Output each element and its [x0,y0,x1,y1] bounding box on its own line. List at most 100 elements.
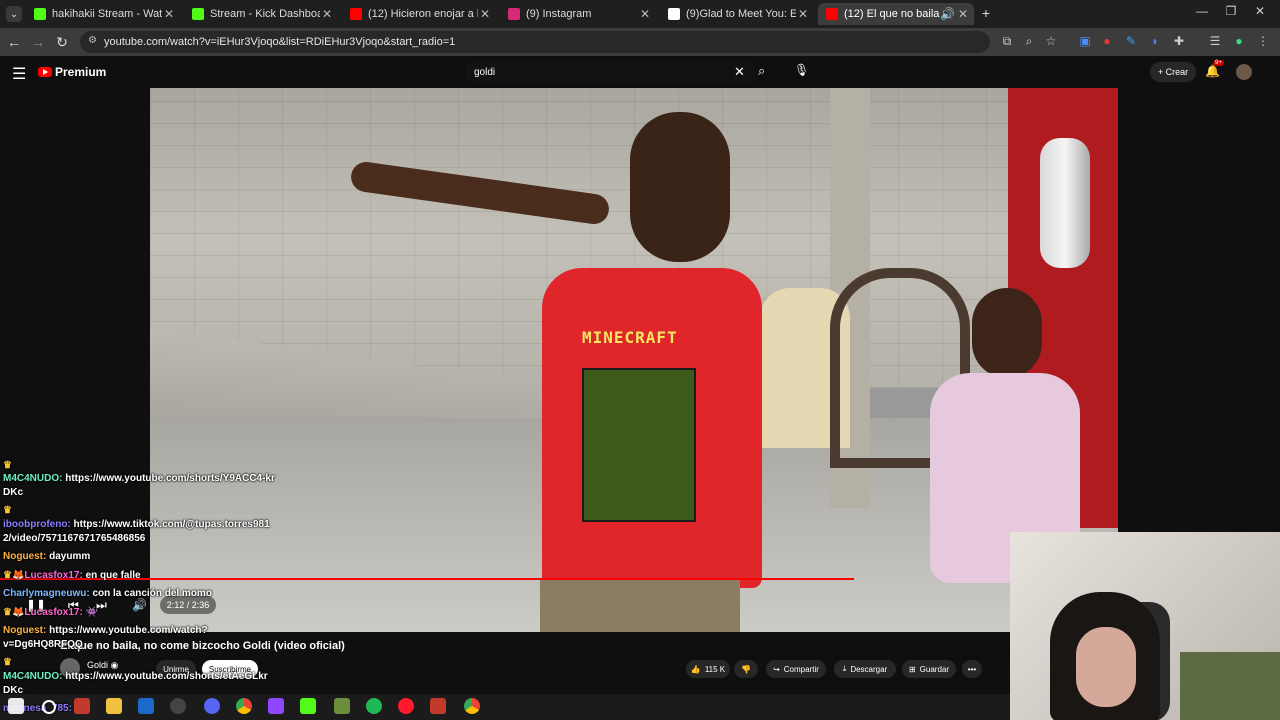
discord-icon[interactable] [204,698,220,714]
extension-icon[interactable]: ▣ [1078,34,1092,48]
chat-message: ♛🦊Lucasfox17: 👾 [3,607,98,618]
chat-text: DKc [3,487,24,498]
chrome-icon[interactable] [236,698,252,714]
crown-icon: ♛ [3,607,12,618]
save-button[interactable]: ⊞ Guardar [902,660,956,678]
youtube-logo[interactable]: Premium [38,65,106,79]
tab-search-button[interactable]: ⌄ [6,6,22,22]
webcam-shelf [1180,652,1280,720]
browser-menu-icon[interactable]: ⋮ [1256,34,1270,48]
windows-start-icon[interactable] [8,698,24,714]
obs-icon[interactable] [170,698,186,714]
youtube-header: ☰ Premium goldi ✕ ⌕ 🎙 + Crear 🔔 9+ [0,56,1280,88]
channel-name-text: Goldi [87,660,109,670]
kick-app-icon[interactable] [300,698,316,714]
steam-icon[interactable] [138,698,154,714]
kick-icon [34,8,46,20]
instagram-icon [508,8,520,20]
speaker-icon[interactable]: 🔊 [940,7,955,21]
create-button[interactable]: + Crear [1150,62,1196,82]
microphone-icon[interactable]: 🎙 [794,63,809,77]
close-icon[interactable]: ✕ [638,7,652,21]
download-icon: ⤓ [842,664,847,673]
close-icon[interactable]: ✕ [320,7,334,21]
zoom-icon[interactable]: ⌕ [1022,34,1036,48]
search-input[interactable]: goldi [466,62,756,82]
share-button[interactable]: ↪ Compartir [766,660,826,678]
youtube-play-icon [38,67,52,77]
tab-title: (9) Instagram [526,8,592,20]
more-actions-button[interactable]: ••• [962,660,982,678]
chat-user: iboobprofeno: [3,519,71,530]
download-button[interactable]: ⤓ Descargar [834,660,896,678]
url-field[interactable]: ⚙ youtube.com/watch?v=iEHur3Vjoqo&list=R… [80,31,990,53]
tab-kick-dashboard[interactable]: Stream - Kick Dashboard✕ [184,3,338,25]
chat-text: https://www.tiktok.com/@tupas.torres981 [73,519,270,530]
like-button[interactable]: 👍 115 K [686,660,730,678]
tab-title: hakihakii Stream - Watch Live o [52,8,162,20]
puzzle-icon[interactable]: ✚ [1172,34,1186,48]
chat-message: 2/video/7571167671765486856 [3,533,145,544]
tab-youtube-bichito[interactable]: (12) Hicieron enojar a bichito d✕ [342,3,496,25]
record-extension-icon[interactable]: ● [1100,34,1114,48]
site-info-icon[interactable]: ⚙ [88,35,97,46]
back-icon[interactable]: ← [4,34,24,50]
forward-icon[interactable]: → [28,34,48,50]
verified-icon: ◉ [110,660,119,670]
chat-message: Charlymagneuwu: con la canción del momo [3,588,212,599]
close-icon[interactable]: ✕ [796,7,810,21]
channel-name[interactable]: Goldi ◉ [87,660,118,671]
chrome-active-icon[interactable] [464,698,480,714]
create-label: Crear [1165,67,1189,77]
chat-user: Noguest: [3,625,47,636]
chat-message: Noguest: dayumm [3,551,90,562]
close-icon[interactable]: ✕ [478,7,492,21]
opera-icon[interactable] [398,698,414,714]
bookmark-star-icon[interactable]: ☆ [1044,34,1058,48]
video-girl-head [972,288,1042,378]
search-icon[interactable]: ⌕ [758,63,765,79]
webcam-streamer-face [1076,627,1136,707]
tab-tiktok[interactable]: (9)Glad to Meet You: Exploring✕ [660,3,814,25]
reload-icon[interactable]: ↻ [52,34,72,51]
close-icon[interactable]: ✕ [162,7,176,21]
taskbar-app-icon[interactable] [74,698,90,714]
file-explorer-icon[interactable] [106,698,122,714]
chat-message: M4C4NUDO: https://www.youtube.com/shorts… [3,671,268,682]
player-side-right [1118,88,1280,532]
tab-youtube-active[interactable]: (12) El que no baila, no con🔊✕ [818,3,974,25]
minimize-icon[interactable]: — [1188,4,1216,18]
profile-icon[interactable]: ● [1232,34,1246,48]
minecraft-icon[interactable] [334,698,350,714]
media-icon[interactable]: ☰ [1208,34,1222,48]
new-tab-button[interactable]: + [978,5,994,21]
dislike-button[interactable]: 👎 [734,660,758,678]
tab-hakihakii[interactable]: hakihakii Stream - Watch Live o✕ [26,3,180,25]
hamburger-menu-icon[interactable]: ☰ [12,64,26,84]
restore-icon[interactable]: ❐ [1217,4,1245,18]
chat-message: v=Dg6HQ8RFQQ [3,639,83,650]
close-window-icon[interactable]: ✕ [1246,4,1274,18]
address-bar-row: ← → ↻ ⚙ youtube.com/watch?v=iEHur3Vjoqo&… [0,28,1280,56]
taskbar-search-icon[interactable] [42,700,56,714]
translate-extension-icon[interactable]: ✎ [1124,34,1138,48]
streamer-app-icon[interactable] [268,698,284,714]
install-icon[interactable]: ⧉ [1000,34,1014,48]
spotify-icon[interactable] [366,698,382,714]
audio-extension-icon[interactable]: ◗ [1148,34,1162,48]
crown-icon: ♛ [3,570,12,581]
chat-text: con la canción del momo [92,588,212,599]
user-avatar[interactable] [1236,64,1252,80]
chat-text: en que falle [85,570,141,581]
chat-user: Noguest: [3,551,47,562]
plus-icon: + [1157,67,1166,77]
notifications-bell-icon[interactable]: 🔔 [1205,64,1220,78]
tab-title: (12) Hicieron enojar a bichito d [368,8,478,20]
game-app-icon[interactable] [430,698,446,714]
volume-icon[interactable]: 🔊 [132,598,147,612]
clear-search-icon[interactable]: ✕ [734,64,745,80]
close-icon[interactable]: ✕ [956,7,970,21]
tab-instagram[interactable]: (9) Instagram ✕ [500,3,656,25]
video-player[interactable]: MINECRAFT [150,88,1118,632]
video-shirt-text: MINECRAFT [582,328,678,347]
